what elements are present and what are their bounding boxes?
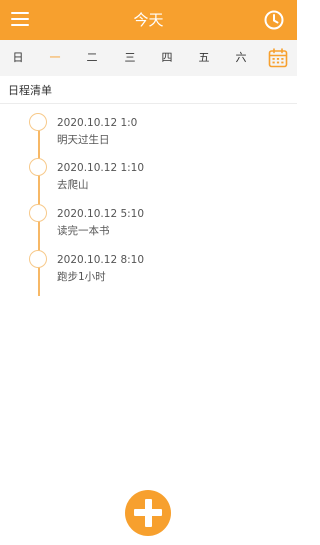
schedule-item[interactable]: 2020.10.12 5:10 读完一本书 [57, 207, 267, 238]
schedule-text: 跑步1小时 [57, 271, 106, 283]
schedule-text: 读完一本书 [57, 225, 110, 237]
timeline-node [29, 204, 47, 222]
section-title: 日程清单 [8, 84, 52, 97]
weekday-wed[interactable]: 三 [115, 40, 145, 76]
weekday-sat[interactable]: 六 [226, 40, 256, 76]
schedule-time: 2020.10.12 1:10 [57, 162, 145, 174]
clock-icon[interactable] [263, 9, 285, 31]
schedule-time: 2020.10.12 8:10 [57, 254, 145, 266]
schedule-time: 2020.10.12 5:10 [57, 208, 145, 220]
schedule-time: 2020.10.12 1:0 [57, 117, 138, 129]
add-schedule-button[interactable] [125, 490, 171, 536]
weekday-tue[interactable]: 二 [77, 40, 107, 76]
weekday-thu[interactable]: 四 [152, 40, 182, 76]
week-bar: 日 一 二 三 四 五 六 [0, 40, 297, 76]
schedule-item[interactable]: 2020.10.12 1:0 明天过生日 [57, 116, 267, 147]
schedule-text: 去爬山 [57, 179, 89, 191]
timeline-node [29, 158, 47, 176]
app-bar: 今天 [0, 0, 297, 40]
timeline-node [29, 250, 47, 268]
page-title: 今天 [133, 11, 164, 29]
schedule-item[interactable]: 2020.10.12 1:10 去爬山 [57, 161, 267, 192]
weekday-sun[interactable]: 日 [3, 40, 33, 76]
weekday-mon[interactable]: 一 [40, 40, 70, 76]
schedule-item[interactable]: 2020.10.12 8:10 跑步1小时 [57, 253, 267, 284]
schedule-text: 明天过生日 [57, 134, 110, 146]
weekday-fri[interactable]: 五 [189, 40, 219, 76]
timeline-node [29, 113, 47, 131]
calendar-icon[interactable] [268, 48, 288, 68]
divider [0, 103, 297, 104]
